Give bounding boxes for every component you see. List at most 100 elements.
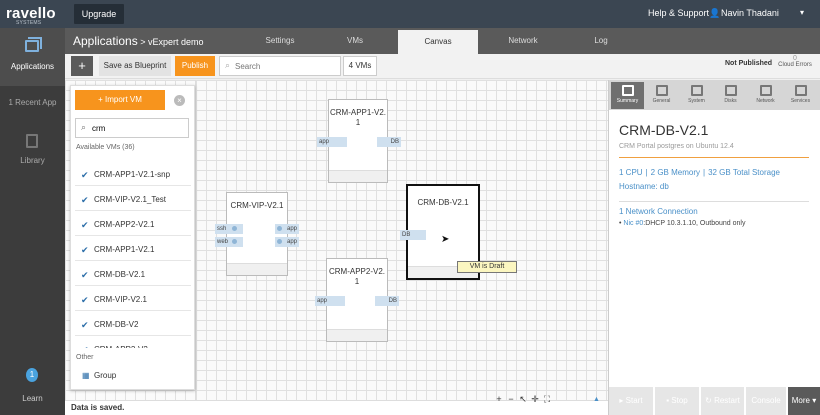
canvas-toolbar: + Save as Blueprint Publish ⌕ 4 VMs Not … bbox=[65, 54, 820, 79]
tab-summary[interactable]: Summary bbox=[611, 82, 644, 109]
console-button[interactable]: Console bbox=[746, 387, 787, 415]
tab-network-label: Network bbox=[756, 98, 775, 104]
zoom-out-icon[interactable]: − bbox=[505, 394, 517, 404]
upgrade-button[interactable]: Upgrade bbox=[74, 4, 124, 24]
port-db[interactable]: DB bbox=[375, 296, 399, 306]
import-vm-button[interactable]: + Import VM bbox=[75, 90, 165, 110]
vm-title: CRM-DB-V2.1 bbox=[417, 198, 469, 207]
list-item-label: CRM-APP2-V2 bbox=[94, 339, 148, 348]
cloud-errors-count: 0 bbox=[793, 55, 797, 62]
port-db[interactable]: DB bbox=[400, 230, 426, 240]
vm-draft-tooltip: VM is Draft bbox=[457, 261, 517, 273]
tab-services[interactable]: Services bbox=[784, 82, 817, 109]
hostname-value[interactable]: db bbox=[660, 182, 669, 191]
library-icon[interactable] bbox=[26, 134, 38, 148]
more-button[interactable]: More ▾ bbox=[788, 387, 820, 415]
vm-storage[interactable]: 32 GB Total Storage bbox=[708, 168, 780, 177]
tab-disks-label: Disks bbox=[724, 98, 737, 104]
save-as-blueprint-button[interactable]: Save as Blueprint bbox=[99, 56, 171, 76]
divider bbox=[619, 157, 809, 158]
chevron-up-icon[interactable]: ▲ bbox=[593, 396, 600, 403]
stop-button[interactable]: ▪ Stop bbox=[655, 387, 700, 415]
start-button[interactable]: ▸ Start bbox=[609, 387, 654, 415]
tab-summary-label: Summary bbox=[616, 98, 639, 104]
vm-filter-input[interactable] bbox=[92, 119, 186, 137]
publish-button[interactable]: Publish bbox=[175, 56, 215, 76]
vm-footer bbox=[327, 329, 387, 341]
list-item[interactable]: ✔ CRM-VIP-V2.1_Test bbox=[75, 189, 191, 211]
nav-library[interactable]: Library bbox=[0, 156, 65, 165]
vm-filter-box: ⌕ bbox=[75, 118, 189, 138]
port-web[interactable]: web bbox=[215, 237, 243, 247]
zoom-in-icon[interactable]: + bbox=[493, 394, 505, 404]
port-db[interactable]: DB bbox=[377, 137, 401, 147]
canvas-zoom-tools: + − ↖ ✛ ⛶ bbox=[493, 394, 553, 406]
tab-vms[interactable]: VMs bbox=[335, 28, 375, 54]
tab-general[interactable]: General bbox=[645, 82, 678, 109]
list-item-label: CRM-APP1-V2.1 bbox=[94, 245, 155, 254]
vm-box-crm-app1[interactable]: CRM-APP1-V2. 1 app DB bbox=[317, 99, 401, 183]
vm-name: CRM-DB-V2.1 bbox=[619, 122, 709, 138]
vm-memory[interactable]: 2 GB Memory bbox=[651, 168, 700, 177]
port-app[interactable]: app bbox=[317, 137, 347, 147]
tab-system[interactable]: System bbox=[680, 82, 713, 109]
separator: | bbox=[645, 168, 648, 177]
disks-icon bbox=[724, 85, 737, 96]
vm-count: 4 VMs bbox=[343, 56, 377, 76]
user-menu[interactable]: Navin Thadani bbox=[721, 8, 779, 18]
tab-settings[interactable]: Settings bbox=[255, 28, 305, 54]
port-app[interactable]: app bbox=[315, 296, 345, 306]
add-button[interactable]: + bbox=[71, 56, 93, 76]
port-ssh[interactable]: ssh bbox=[215, 224, 243, 234]
pan-icon[interactable]: ✛ bbox=[529, 394, 541, 405]
details-tabs: Summary General System Disks Network Ser… bbox=[609, 80, 820, 110]
list-item[interactable]: ✔ CRM-APP1-V2.1 bbox=[75, 239, 191, 261]
vm-box-crm-app2[interactable]: CRM-APP2-V2. 1 app DB bbox=[315, 258, 399, 342]
list-item[interactable]: ✔ CRM-VIP-V2.1 bbox=[75, 289, 191, 311]
vm-description: CRM Portal postgres on Ubuntu 12.4 bbox=[619, 143, 734, 150]
available-vms-label: Available VMs (36) bbox=[76, 144, 135, 151]
search-input[interactable] bbox=[235, 57, 335, 75]
fit-to-screen-icon[interactable]: ⛶ bbox=[541, 394, 553, 405]
breadcrumb-applications[interactable]: Applications bbox=[73, 34, 138, 48]
list-item[interactable]: ✔ CRM-APP2-V2.1 bbox=[75, 214, 191, 236]
cloud-errors[interactable]: 0 Cloud Errors bbox=[773, 55, 817, 78]
network-icon bbox=[759, 85, 772, 96]
learn-icon[interactable]: 1 bbox=[26, 368, 38, 382]
tab-network-details[interactable]: Network bbox=[749, 82, 782, 109]
vm-cpu[interactable]: 1 CPU bbox=[619, 168, 643, 177]
check-icon: ✔ bbox=[81, 170, 89, 180]
close-icon[interactable]: × bbox=[174, 95, 185, 106]
network-connections-link[interactable]: 1 Network Connection bbox=[619, 207, 698, 216]
vm-list[interactable]: ✔ CRM-APP1-V2.1-snp ✔ CRM-VIP-V2.1_Test ✔ C… bbox=[71, 164, 194, 348]
pointer-icon[interactable]: ↖ bbox=[517, 394, 529, 405]
nic-link[interactable]: Nic #0 bbox=[623, 220, 643, 227]
ravello-logo[interactable]: ravello SYSTEMS bbox=[6, 5, 56, 26]
help-support-link[interactable]: Help & Support bbox=[648, 8, 709, 18]
tab-log[interactable]: Log bbox=[581, 28, 621, 54]
tab-network[interactable]: Network bbox=[498, 28, 548, 54]
vm-actions: ▸ Start ▪ Stop ↻ Restart Console More ▾ bbox=[609, 387, 820, 415]
search-icon: ⌕ bbox=[225, 60, 231, 70]
nav-applications[interactable]: Applications bbox=[0, 28, 65, 86]
list-item-label: CRM-APP1-V2.1-snp bbox=[94, 170, 171, 179]
vm-specs: 1 CPU | 2 GB Memory | 32 GB Total Storage bbox=[619, 168, 780, 177]
list-item-label: CRM-DB-V2 bbox=[94, 320, 139, 329]
nav-learn[interactable]: Learn bbox=[0, 394, 65, 403]
check-icon: ✔ bbox=[81, 220, 89, 230]
restart-button[interactable]: ↻ Restart bbox=[701, 387, 745, 415]
list-item[interactable]: ✔ CRM-DB-V2.1 bbox=[75, 264, 191, 286]
separator: | bbox=[702, 168, 706, 177]
group-item[interactable]: ▦ Group bbox=[75, 365, 191, 387]
list-item[interactable]: ✔ CRM-DB-V2 bbox=[75, 314, 191, 336]
chevron-down-icon[interactable]: ▾ bbox=[800, 8, 804, 17]
list-item-label: CRM-DB-V2.1 bbox=[94, 270, 146, 279]
list-item[interactable]: ✔ CRM-APP2-V2 bbox=[75, 339, 191, 348]
list-item[interactable]: ✔ CRM-APP1-V2.1-snp bbox=[75, 164, 191, 186]
nic-entry: • Nic #0:DHCP 10.3.1.10, Outbound only bbox=[619, 220, 746, 227]
tab-services-label: Services bbox=[790, 98, 811, 104]
vm-box-crm-vip[interactable]: CRM-VIP-V2.1 ssh web app app bbox=[215, 192, 299, 276]
other-section-label: Other bbox=[76, 354, 94, 361]
nav-recent-app[interactable]: 1 Recent App bbox=[0, 98, 65, 107]
tab-disks[interactable]: Disks bbox=[714, 82, 747, 109]
